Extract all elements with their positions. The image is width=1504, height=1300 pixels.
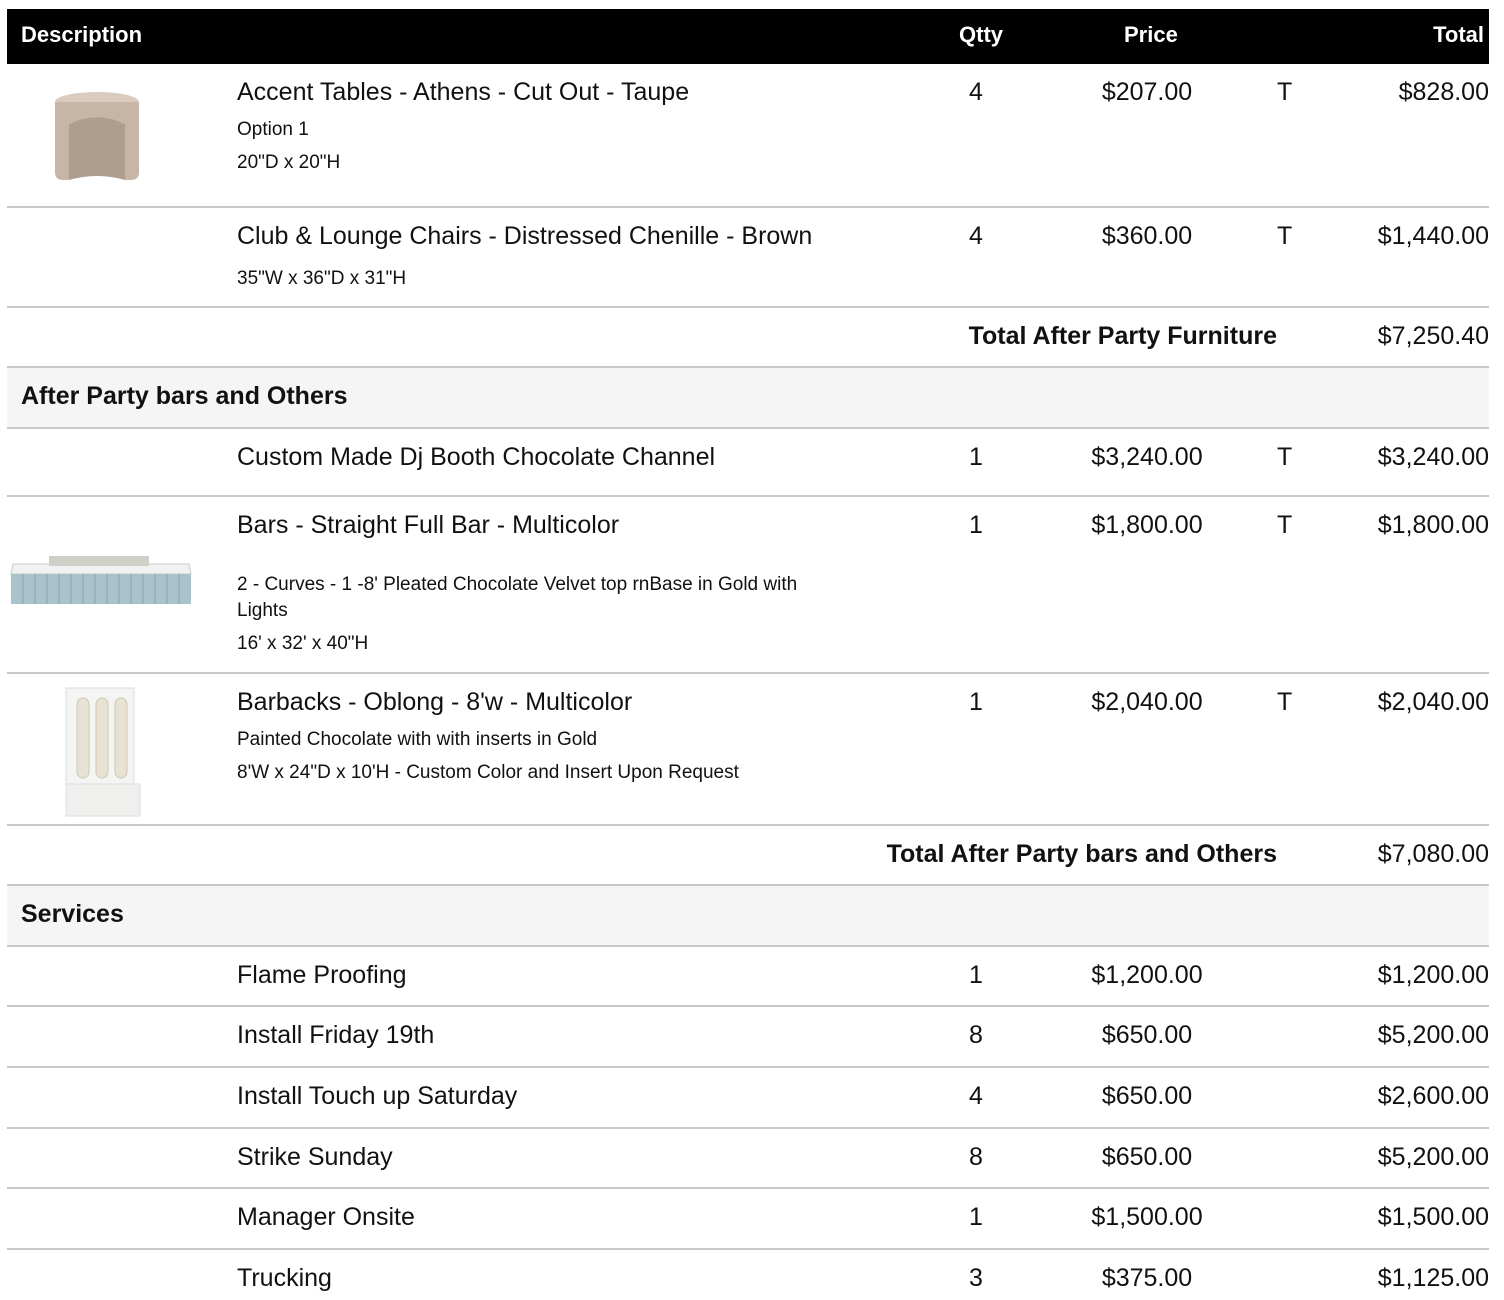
item-name: Bars - Straight Full Bar - Multicolor — [237, 511, 620, 539]
item-qty: 1 — [969, 511, 983, 539]
item-qty: 4 — [969, 222, 983, 250]
service-name: Trucking — [237, 1264, 332, 1292]
item-name: Accent Tables - Athens - Cut Out - Taupe — [237, 78, 690, 106]
item-tax-flag: T — [1277, 511, 1293, 539]
table-row: Install Touch up Saturday 4 $650.00 $2,6… — [7, 1068, 1489, 1129]
item-description-cont: Lights — [237, 600, 288, 621]
item-price: $2,040.00 — [1091, 688, 1203, 716]
item-description: Painted Chocolate with with inserts in G… — [237, 729, 598, 750]
service-price: $650.00 — [1101, 1021, 1193, 1049]
service-name: Install Touch up Saturday — [237, 1082, 518, 1110]
item-tax-flag: T — [1277, 443, 1293, 471]
header-qty: Qtty — [959, 22, 1003, 47]
accent-table-image — [55, 92, 139, 180]
item-tax-flag: T — [1277, 78, 1293, 106]
header-description: Description — [21, 22, 143, 47]
table-row: Strike Sunday 8 $650.00 $5,200.00 — [7, 1129, 1489, 1189]
subtotal-row: Total After Party Furniture $7,250.40 — [7, 308, 1489, 368]
subtotal-row: Total After Party bars and Others $7,080… — [7, 826, 1489, 886]
service-price: $650.00 — [1101, 1082, 1193, 1110]
item-dimensions: 35"W x 36"D x 31"H — [237, 268, 407, 289]
table-row: Barbacks - Oblong - 8'w - Multicolor Pai… — [7, 674, 1489, 826]
service-price: $650.00 — [1101, 1143, 1193, 1171]
header-total: Total — [1433, 22, 1484, 47]
service-name: Strike Sunday — [237, 1143, 393, 1171]
service-qty: 4 — [969, 1082, 983, 1110]
item-price: $3,240.00 — [1091, 443, 1203, 471]
item-total: $1,440.00 — [1377, 222, 1489, 250]
table-row: Trucking 3 $375.00 $1,125.00 — [7, 1250, 1489, 1300]
section-header: After Party bars and Others — [7, 368, 1489, 429]
quote-table: Description Qtty Price Total Accent Tabl… — [7, 9, 1489, 1300]
service-qty: 8 — [969, 1021, 983, 1049]
table-row: Install Friday 19th 8 $650.00 $5,200.00 — [7, 1007, 1489, 1068]
barback-image — [65, 687, 141, 817]
item-description: 2 - Curves - 1 -8' Pleated Chocolate Vel… — [237, 574, 798, 595]
service-total: $1,500.00 — [1377, 1203, 1489, 1231]
service-name: Flame Proofing — [237, 961, 407, 989]
item-price: $1,800.00 — [1091, 511, 1203, 539]
item-name: Custom Made Dj Booth Chocolate Channel — [237, 443, 716, 471]
service-name: Manager Onsite — [237, 1203, 415, 1231]
service-total: $1,125.00 — [1377, 1264, 1489, 1292]
service-qty: 8 — [969, 1143, 983, 1171]
item-tax-flag: T — [1277, 688, 1293, 716]
table-row: Flame Proofing 1 $1,200.00 $1,200.00 — [7, 947, 1489, 1007]
table-row: Club & Lounge Chairs - Distressed Chenil… — [7, 208, 1489, 308]
table-row: Accent Tables - Athens - Cut Out - Taupe… — [7, 64, 1489, 208]
section-title: Services — [21, 900, 124, 928]
service-price: $1,500.00 — [1091, 1203, 1203, 1231]
item-dimensions: 20"D x 20"H — [237, 152, 341, 173]
item-dimensions: 16' x 32' x 40"H — [237, 633, 369, 654]
service-price: $1,200.00 — [1091, 961, 1203, 989]
item-price: $207.00 — [1101, 78, 1193, 106]
item-tax-flag: T — [1277, 222, 1293, 250]
service-total: $5,200.00 — [1377, 1143, 1489, 1171]
item-dimensions: 8'W x 24"D x 10'H - Custom Color and Ins… — [237, 762, 739, 783]
section-title: After Party bars and Others — [21, 382, 348, 410]
item-total: $1,800.00 — [1377, 511, 1489, 539]
item-name: Club & Lounge Chairs - Distressed Chenil… — [237, 222, 813, 250]
subtotal-label: Total After Party bars and Others — [886, 840, 1277, 868]
header-price: Price — [1124, 22, 1178, 47]
service-total: $2,600.00 — [1377, 1082, 1489, 1110]
subtotal-value: $7,250.40 — [1377, 322, 1489, 350]
item-total: $2,040.00 — [1377, 688, 1489, 716]
item-qty: 1 — [969, 443, 983, 471]
service-qty: 1 — [969, 1203, 983, 1231]
table-row: Custom Made Dj Booth Chocolate Channel 1… — [7, 429, 1489, 497]
item-total: $828.00 — [1398, 78, 1489, 106]
item-name: Barbacks - Oblong - 8'w - Multicolor — [237, 688, 633, 716]
item-qty: 1 — [969, 688, 983, 716]
table-header: Description Qtty Price Total — [7, 9, 1489, 64]
section-header: Services — [7, 886, 1489, 947]
service-price: $375.00 — [1101, 1264, 1193, 1292]
service-total: $5,200.00 — [1377, 1021, 1489, 1049]
item-price: $360.00 — [1101, 222, 1193, 250]
item-total: $3,240.00 — [1377, 443, 1489, 471]
table-row: Manager Onsite 1 $1,500.00 $1,500.00 — [7, 1189, 1489, 1250]
service-qty: 1 — [969, 961, 983, 989]
full-bar-image — [10, 556, 192, 604]
service-name: Install Friday 19th — [237, 1021, 435, 1049]
table-row: Bars - Straight Full Bar - Multicolor 2 … — [7, 497, 1489, 674]
service-total: $1,200.00 — [1377, 961, 1489, 989]
service-qty: 3 — [969, 1264, 983, 1292]
item-qty: 4 — [969, 78, 983, 106]
subtotal-value: $7,080.00 — [1377, 840, 1489, 868]
item-option: Option 1 — [237, 119, 309, 140]
subtotal-label: Total After Party Furniture — [968, 322, 1277, 350]
